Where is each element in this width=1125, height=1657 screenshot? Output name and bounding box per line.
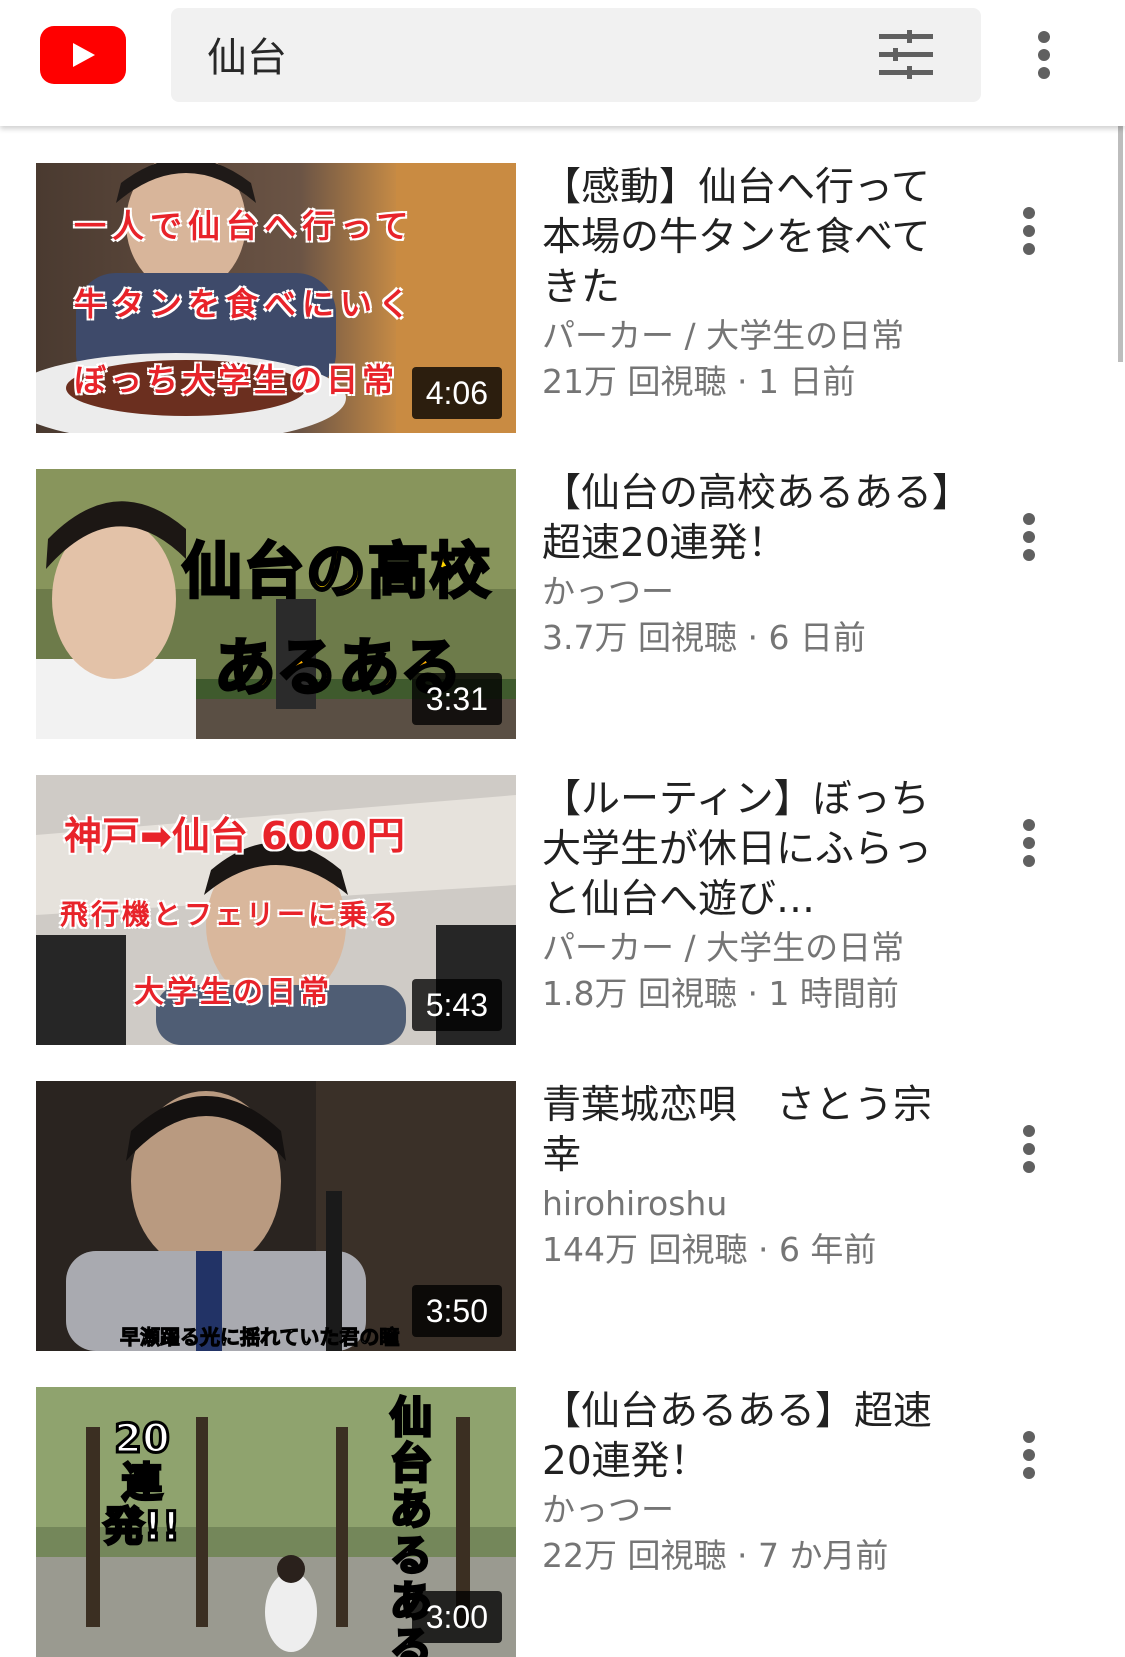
thumbnail-caption-line: 早瀬躍る光に揺れていた君の瞳 [119,1325,400,1350]
view-stats: 1.8万 回視聴 · 1 時間前 [542,974,899,1013]
video-thumbnail[interactable]: 早瀬躍る光に揺れていた君の瞳 3:50 [36,1081,516,1351]
video-title[interactable]: 【ルーティン】ぼっち大学生が休日にふらっと仙台へ遊び… [542,775,952,925]
tune-filter-icon[interactable] [877,30,935,80]
video-meta: 【感動】仙台へ行って本場の牛タンを食べてきた パーカー / 大学生の日常 21万… [542,163,952,405]
channel-name: パーカー / 大学生の日常 [542,316,905,355]
channel-name: かっつー [542,572,674,611]
video-meta: 【ルーティン】ぼっち大学生が休日にふらっと仙台へ遊び… パーカー / 大学生の日… [542,775,952,1017]
video-thumbnail[interactable]: 一人で仙台へ行って 牛タンを食べにいく ぼっち大学生の日常 4:06 [36,163,516,433]
video-meta: 青葉城恋唄 さとう宗幸 hirohiroshu 144万 回視聴 · 6 年前 [542,1081,952,1273]
view-stats: 3.7万 回視聴 · 6 日前 [542,618,866,657]
thumbnail-caption-line: 飛行機とフェリーに乗る [60,898,402,931]
video-duration-badge: 4:06 [411,367,502,419]
view-stats: 22万 回視聴 · 7 か月前 [542,1536,889,1575]
thumbnail-caption-line: 牛タンを食べにいく [74,285,417,323]
video-thumbnail[interactable]: 20連発!! 仙台あるある 3:00 [36,1387,516,1657]
more-vert-icon[interactable] [1015,507,1043,567]
video-title[interactable]: 【仙台の高校あるある】超速20連発！ [542,469,952,569]
video-result-item[interactable]: 20連発!! 仙台あるある 3:00 【仙台あるある】超速20連発！ かっつー … [0,1387,1125,1657]
video-thumbnail[interactable]: 神戸➡仙台 6000円 飛行機とフェリーに乗る 大学生の日常 5:43 [36,775,516,1045]
video-meta: 【仙台の高校あるある】超速20連発！ かっつー 3.7万 回視聴 · 6 日前 [542,469,952,661]
video-result-item[interactable]: 神戸➡仙台 6000円 飛行機とフェリーに乗る 大学生の日常 5:43 【ルーテ… [0,775,1125,1045]
video-result-item[interactable]: 仙台の高校 あるある 3:31 【仙台の高校あるある】超速20連発！ かっつー … [0,469,1125,739]
search-box[interactable] [171,8,981,102]
view-stats: 144万 回視聴 · 6 年前 [542,1230,877,1269]
more-vert-icon[interactable] [1015,1119,1043,1179]
thumbnail-caption-line: 神戸➡仙台 6000円 [64,814,405,858]
play-triangle-icon [73,43,95,67]
more-vert-icon[interactable] [1030,25,1058,85]
video-duration-badge: 3:00 [411,1591,502,1643]
video-duration-badge: 5:43 [411,979,502,1031]
channel-name: hirohiroshu [542,1184,728,1223]
channel-name: かっつー [542,1490,674,1529]
more-vert-icon[interactable] [1015,813,1043,873]
thumbnail-caption-line: 一人で仙台へ行って [74,207,415,245]
thumbnail-caption-line: ぼっち大学生の日常 [74,361,399,399]
video-meta: 【仙台あるある】超速20連発！ かっつー 22万 回視聴 · 7 か月前 [542,1387,952,1579]
more-vert-icon[interactable] [1015,1425,1043,1485]
video-thumbnail[interactable]: 仙台の高校 あるある 3:31 [36,469,516,739]
youtube-logo-icon[interactable] [40,26,126,84]
video-title[interactable]: 青葉城恋唄 さとう宗幸 [542,1081,952,1181]
thumbnail-caption-line: 20連発!! [102,1416,181,1551]
thumbnail-caption-line: 仙台の高校 [181,536,492,609]
search-input[interactable] [207,24,847,84]
video-title[interactable]: 【感動】仙台へ行って本場の牛タンを食べてきた [542,163,952,313]
video-result-item[interactable]: 早瀬躍る光に揺れていた君の瞳 3:50 青葉城恋唄 さとう宗幸 hirohiro… [0,1081,1125,1351]
video-title[interactable]: 【仙台あるある】超速20連発！ [542,1387,952,1487]
channel-name: パーカー / 大学生の日常 [542,928,905,967]
top-app-bar [0,0,1125,126]
view-stats: 21万 回視聴 · 1 日前 [542,362,856,401]
video-result-item[interactable]: 一人で仙台へ行って 牛タンを食べにいく ぼっち大学生の日常 4:06 【感動】仙… [0,163,1125,433]
more-vert-icon[interactable] [1015,201,1043,261]
video-duration-badge: 3:31 [411,673,502,725]
thumbnail-caption-line: 大学生の日常 [134,975,332,1010]
video-duration-badge: 3:50 [411,1285,502,1337]
